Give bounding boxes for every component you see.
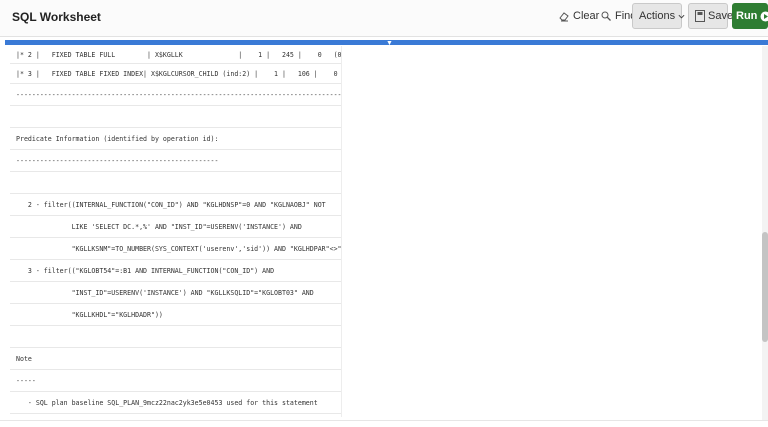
output-row: ----------------------------------------…: [10, 150, 341, 172]
output-row: [10, 326, 341, 348]
actions-label: Actions: [639, 10, 676, 22]
output-row: "KGLLKHDL"="KGLHDADR")): [10, 304, 341, 326]
page-title: SQL Worksheet: [12, 10, 101, 24]
save-label: Save: [708, 10, 734, 22]
find-icon: [600, 10, 612, 22]
output-row: ----------------------------------------…: [10, 84, 341, 106]
script-output-panel: |* 2 | FIXED TABLE FULL | X$KGLLK | 1 | …: [10, 46, 342, 417]
chevron-down-icon: [678, 13, 685, 20]
run-button[interactable]: Run: [732, 3, 768, 29]
save-button[interactable]: Save: [688, 3, 733, 29]
actions-menu-button[interactable]: Actions: [632, 3, 685, 29]
output-row: 3 - filter(("KGLOBT54"=:B1 AND INTERNAL_…: [10, 260, 341, 282]
worksheet-toolbar: SQL Worksheet Clear Find Actions Save Ru…: [0, 0, 768, 37]
output-row: |* 3 | FIXED TABLE FIXED INDEX| X$KGLCUR…: [10, 64, 341, 84]
output-row: "INST_ID"=USERENV('INSTANCE') AND "KGLLK…: [10, 282, 341, 304]
output-row: [10, 172, 341, 194]
output-row: 2 - filter((INTERNAL_FUNCTION("CON_ID") …: [10, 194, 341, 216]
output-row: LIKE 'SELECT DC.*,%' AND "INST_ID"=USERE…: [10, 216, 341, 238]
scrollbar-thumb[interactable]: [762, 232, 768, 342]
output-row: - SQL plan baseline SQL_PLAN_9mcz22nac2y…: [10, 392, 341, 414]
output-row: Predicate Information (identified by ope…: [10, 128, 341, 150]
play-icon: [760, 11, 768, 22]
output-row: "KGLLKSNM"=TO_NUMBER(SYS_CONTEXT('useren…: [10, 238, 341, 260]
eraser-icon: [558, 10, 570, 22]
output-row: -----: [10, 370, 341, 392]
splitter-handle-icon[interactable]: ▼: [386, 40, 393, 47]
output-row: |* 2 | FIXED TABLE FULL | X$KGLLK | 1 | …: [10, 46, 341, 64]
run-label: Run: [736, 10, 758, 22]
divider: [0, 420, 768, 421]
output-row: [10, 106, 341, 128]
save-icon: [695, 10, 705, 22]
output-row: Note: [10, 348, 341, 370]
